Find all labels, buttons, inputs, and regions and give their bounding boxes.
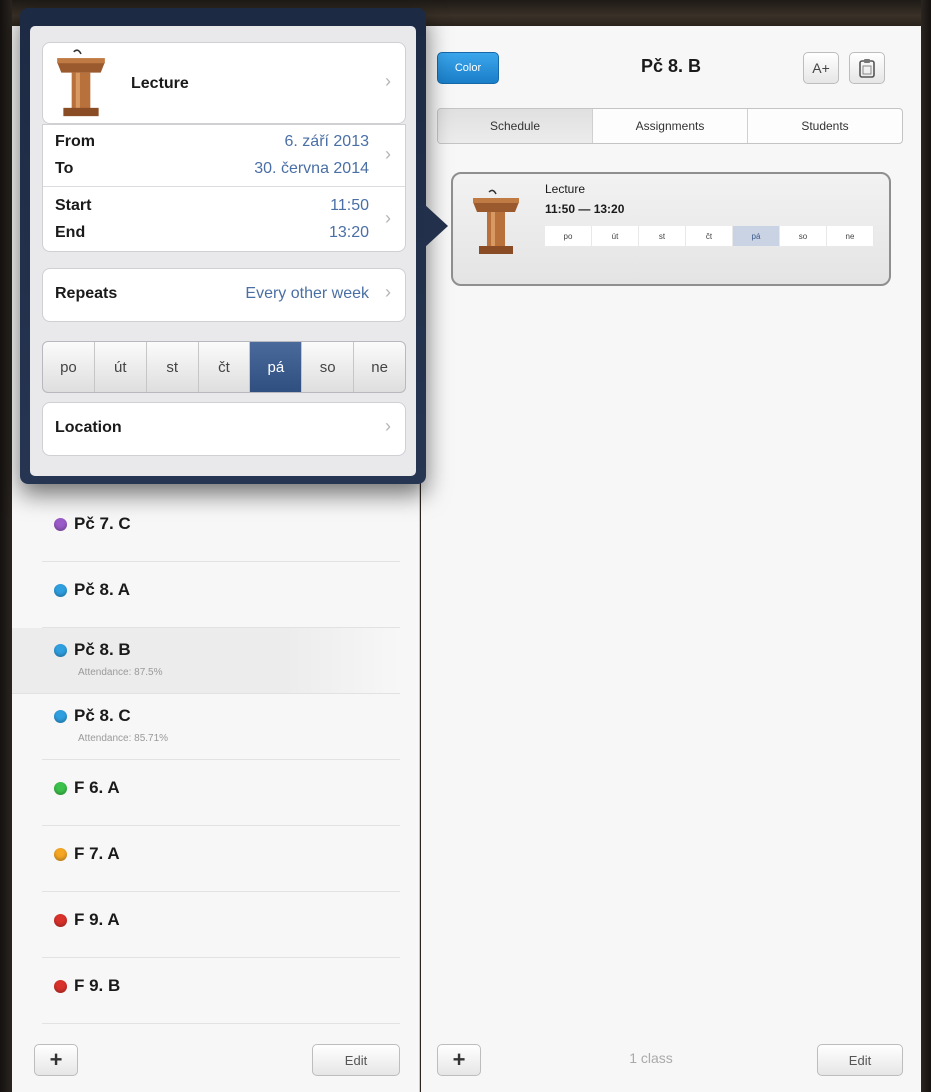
class-name: F 9. A <box>74 910 120 929</box>
class-color-dot <box>54 914 67 927</box>
class-row-f7a[interactable]: F 7. A <box>42 826 400 892</box>
from-label: From <box>55 133 95 150</box>
popover-arrow <box>424 204 448 248</box>
class-color-dot <box>54 980 67 993</box>
tab-students[interactable]: Students <box>748 109 902 143</box>
class-color-dot <box>54 710 67 723</box>
day-pa[interactable]: pá <box>250 342 303 392</box>
class-row-f6a[interactable]: F 6. A <box>42 760 400 826</box>
class-count-label: 1 class <box>629 1050 673 1066</box>
clipboard-button[interactable] <box>849 52 885 84</box>
lectern-icon <box>473 189 519 254</box>
day-po[interactable]: po <box>43 342 95 392</box>
class-name: F 6. A <box>74 778 120 797</box>
repeats-label: Repeats <box>55 285 118 302</box>
class-name: F 9. B <box>74 976 121 995</box>
tab-assignments[interactable]: Assignments <box>593 109 748 143</box>
class-name: Pč 8. C <box>74 706 131 725</box>
font-size-icon: A+ <box>812 60 830 76</box>
day-ne[interactable]: ne <box>354 342 405 392</box>
class-list: Pč 7. C Pč 8. A Pč 8. B Attendance: 87.5… <box>12 496 420 1024</box>
day-selector: po út st čt pá so ne <box>42 341 406 393</box>
schedule-card[interactable]: Lecture 11:50 — 13:20 po út st čt pá so … <box>451 172 891 286</box>
class-row-pc8a[interactable]: Pč 8. A <box>42 562 400 628</box>
location-row[interactable]: Location › <box>42 402 406 456</box>
edit-schedule-button[interactable]: Edit <box>817 1044 903 1076</box>
class-color-dot <box>54 782 67 795</box>
tab-schedule[interactable]: Schedule <box>438 109 593 143</box>
plus-icon: + <box>49 1047 63 1072</box>
mini-day: st <box>639 226 686 246</box>
class-row-f9b[interactable]: F 9. B <box>42 958 400 1024</box>
time-range-row[interactable]: Start 11:50 End 13:20 › <box>43 187 405 251</box>
chevron-right-icon: › <box>385 208 391 228</box>
to-label: To <box>55 160 74 177</box>
start-value: 11:50 <box>330 197 369 214</box>
mini-day: ne <box>827 226 874 246</box>
class-name: Pč 7. C <box>74 514 131 533</box>
add-class-button[interactable]: + <box>34 1044 78 1076</box>
mini-day-selected: pá <box>733 226 780 246</box>
start-label: Start <box>55 197 92 214</box>
class-row-f9a[interactable]: F 9. A <box>42 892 400 958</box>
event-type-group[interactable]: Lecture › <box>42 42 406 124</box>
class-color-dot <box>54 848 67 861</box>
chevron-right-icon: › <box>385 144 391 164</box>
page-title: Pč 8. B <box>640 56 702 76</box>
class-color-dot <box>54 644 67 657</box>
device-frame-left <box>0 0 12 1092</box>
class-detail-pane: Color Pč 8. B A+ Schedule Assignments St… <box>421 26 921 1092</box>
clipboard-icon <box>859 59 875 78</box>
class-name: Pč 8. A <box>74 580 131 599</box>
mini-day: út <box>592 226 639 246</box>
from-value: 6. září 2013 <box>284 133 370 150</box>
mini-day: so <box>780 226 827 246</box>
class-name: Pč 8. B <box>74 640 131 659</box>
day-ut[interactable]: út <box>95 342 147 392</box>
class-row-pc7c[interactable]: Pč 7. C <box>42 496 400 562</box>
schedule-card-title: Lecture <box>545 182 586 196</box>
detail-tabs: Schedule Assignments Students <box>437 108 903 144</box>
chevron-right-icon: › <box>385 282 391 302</box>
font-size-button[interactable]: A+ <box>803 52 839 84</box>
repeats-row[interactable]: Repeats Every other week › <box>42 268 406 322</box>
event-type-label: Lecture <box>131 75 189 92</box>
to-value: 30. června 2014 <box>254 160 369 177</box>
date-range-row[interactable]: From 6. září 2013 To 30. června 2014 › <box>43 125 405 187</box>
class-attendance: Attendance: 87.5% <box>78 667 163 678</box>
mini-day: čt <box>686 226 733 246</box>
class-row-pc8c[interactable]: Pč 8. C Attendance: 85.71% <box>42 694 400 760</box>
chevron-right-icon: › <box>385 71 391 91</box>
class-color-dot <box>54 518 67 531</box>
schedule-card-time: 11:50 — 13:20 <box>545 202 625 216</box>
mini-day: po <box>545 226 592 246</box>
class-color-dot <box>54 584 67 597</box>
end-value: 13:20 <box>328 224 369 241</box>
class-name: F 7. A <box>74 844 120 863</box>
day-st[interactable]: st <box>147 342 199 392</box>
schedule-edit-popover: Lecture › From 6. září 2013 To 30. červn… <box>20 8 426 484</box>
end-label: End <box>55 224 86 241</box>
schedule-card-days: po út st čt pá so ne <box>545 226 874 246</box>
location-label: Location <box>55 419 122 436</box>
day-ct[interactable]: čt <box>199 342 251 392</box>
popover-content: Lecture › From 6. září 2013 To 30. červn… <box>30 26 416 476</box>
device-frame-right <box>921 0 931 1092</box>
repeats-value: Every other week <box>245 285 369 302</box>
class-attendance: Attendance: 85.71% <box>78 733 169 744</box>
edit-classes-button[interactable]: Edit <box>312 1044 400 1076</box>
date-time-group: From 6. září 2013 To 30. června 2014 › S… <box>42 124 406 252</box>
class-row-pc8b[interactable]: Pč 8. B Attendance: 87.5% <box>12 628 400 694</box>
day-so[interactable]: so <box>302 342 355 392</box>
lectern-icon <box>57 49 105 117</box>
chevron-right-icon: › <box>385 416 391 436</box>
